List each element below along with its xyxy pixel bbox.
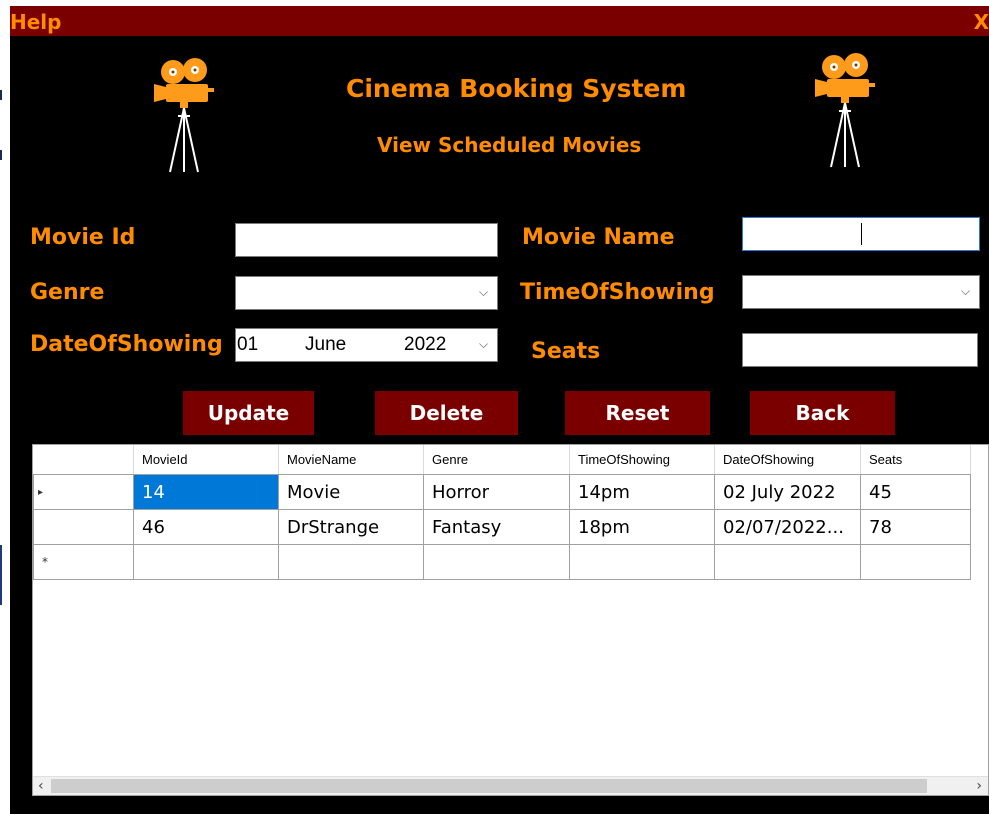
film-camera-icon [815, 53, 875, 168]
scroll-thumb[interactable] [51, 779, 927, 793]
date-month[interactable]: June [305, 334, 346, 356]
movie-name-input[interactable] [742, 217, 980, 251]
table-cell[interactable]: 02/07/2022... [714, 509, 861, 545]
table-cell[interactable]: 14pm [569, 474, 715, 510]
column-header[interactable]: Genre [423, 445, 570, 475]
seats-input[interactable] [742, 333, 978, 367]
movie-id-label: Movie Id [30, 225, 136, 250]
column-header[interactable]: DateOfShowing [714, 445, 861, 475]
date-year[interactable]: 2022 [404, 334, 446, 356]
column-header[interactable]: TimeOfShowing [569, 445, 715, 475]
seats-label: Seats [531, 339, 601, 364]
update-button[interactable]: Update [183, 391, 314, 435]
new-row-indicator[interactable]: * [33, 544, 134, 580]
movies-table: MovieId MovieName Genre TimeOfShowing Da… [33, 445, 971, 580]
table-cell[interactable] [569, 544, 715, 580]
scroll-left-arrow-icon[interactable]: ‹ [38, 778, 44, 794]
column-header[interactable]: Seats [860, 445, 971, 475]
table-row[interactable]: 46 DrStrange Fantasy 18pm 02/07/2022... … [33, 509, 971, 545]
table-row[interactable]: ▸ 14 Movie Horror 14pm 02 July 2022 45 [33, 474, 971, 510]
date-of-showing-label: DateOfShowing [30, 332, 223, 357]
title-bar: Help X [10, 6, 989, 36]
desktop-edge [0, 0, 10, 814]
header-row: MovieId MovieName Genre TimeOfShowing Da… [33, 445, 971, 475]
date-day[interactable]: 01 [237, 334, 258, 356]
table-cell[interactable]: Fantasy [423, 509, 570, 545]
movie-name-label: Movie Name [522, 225, 675, 250]
table-cell[interactable]: 02 July 2022 [714, 474, 861, 510]
table-cell[interactable] [714, 544, 861, 580]
row-header-corner [33, 445, 134, 475]
column-header[interactable]: MovieName [278, 445, 424, 475]
chevron-down-icon: ⌵ [961, 284, 971, 298]
time-of-showing-select[interactable]: ⌵ [742, 275, 980, 309]
table-cell[interactable]: 14 [133, 474, 279, 510]
current-row-indicator[interactable]: ▸ [33, 474, 134, 510]
help-window: Help X Cinema Booking System View Schedu… [10, 6, 989, 814]
table-cell[interactable]: Movie [278, 474, 424, 510]
row-header[interactable] [33, 509, 134, 545]
table-cell[interactable]: 78 [860, 509, 971, 545]
delete-button[interactable]: Delete [375, 391, 518, 435]
table-cell[interactable]: 46 [133, 509, 279, 545]
text-caret [861, 223, 862, 245]
film-camera-icon [154, 58, 214, 173]
table-cell[interactable] [423, 544, 570, 580]
movie-id-input[interactable] [235, 223, 498, 257]
table-cell[interactable]: 45 [860, 474, 971, 510]
horizontal-scrollbar[interactable]: ‹ › [33, 776, 988, 795]
reset-button[interactable]: Reset [565, 391, 710, 435]
table-cell[interactable]: Horror [423, 474, 570, 510]
back-button[interactable]: Back [750, 391, 895, 435]
table-cell[interactable] [133, 544, 279, 580]
page-subtitle: View Scheduled Movies [377, 133, 642, 157]
table-cell[interactable] [278, 544, 424, 580]
movies-grid[interactable]: MovieId MovieName Genre TimeOfShowing Da… [32, 444, 989, 796]
new-row[interactable]: * [33, 544, 971, 580]
genre-label: Genre [30, 280, 105, 305]
edge-mark [0, 150, 2, 160]
date-of-showing-picker[interactable]: 01 June 2022 ⌵ [235, 328, 498, 362]
edge-mark [0, 545, 2, 605]
column-header[interactable]: MovieId [133, 445, 279, 475]
edge-mark [0, 90, 2, 100]
close-button[interactable]: X [974, 10, 989, 34]
app-title: Cinema Booking System [346, 74, 687, 103]
table-cell[interactable] [860, 544, 971, 580]
window-title: Help [10, 10, 62, 34]
genre-select[interactable]: ⌵ [235, 276, 498, 310]
chevron-down-icon: ⌵ [479, 285, 489, 299]
table-cell[interactable]: 18pm [569, 509, 715, 545]
time-of-showing-label: TimeOfShowing [520, 280, 715, 305]
table-cell[interactable]: DrStrange [278, 509, 424, 545]
chevron-down-icon[interactable]: ⌵ [479, 338, 491, 350]
scroll-right-arrow-icon[interactable]: › [976, 778, 982, 794]
